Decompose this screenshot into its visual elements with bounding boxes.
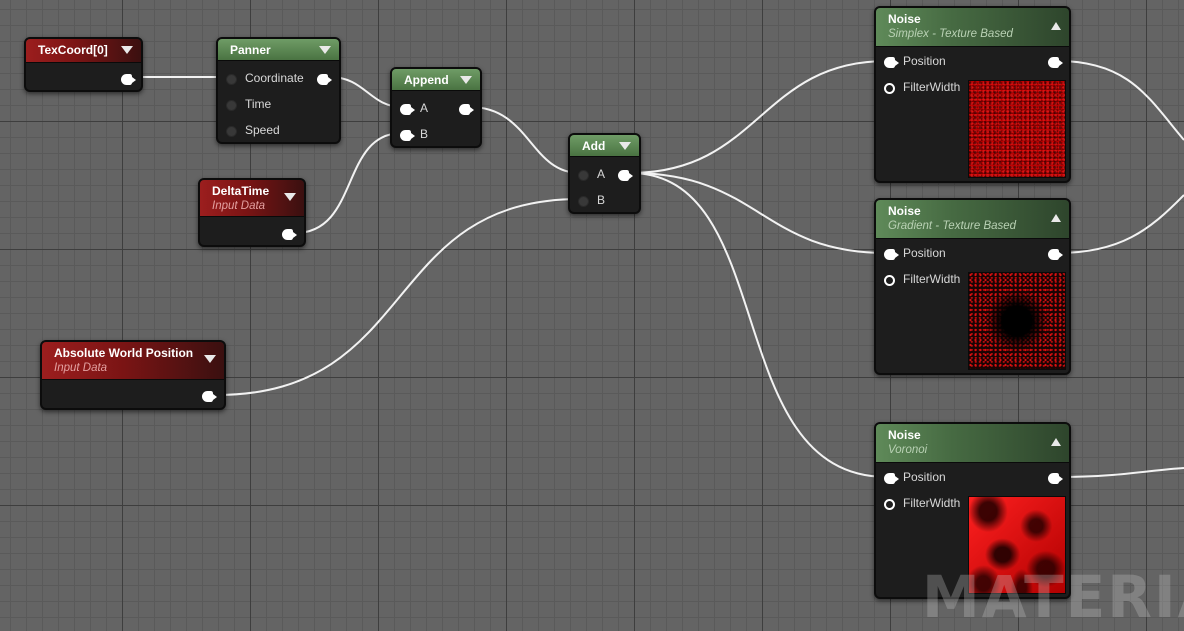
node-subtitle: Gradient - Texture Based xyxy=(888,220,1017,232)
deltatime-node[interactable]: DeltaTime Input Data xyxy=(198,178,306,247)
material-watermark: MATERIAL xyxy=(922,563,1184,631)
input-pin-filterwidth[interactable] xyxy=(884,275,895,286)
noise-gradient-node-header[interactable]: Noise Gradient - Texture Based xyxy=(876,200,1069,239)
absolute-world-position-node[interactable]: Absolute World Position Input Data xyxy=(40,340,226,410)
noise-simplex-node-header[interactable]: Noise Simplex - Texture Based xyxy=(876,8,1069,47)
collapse-preview-icon[interactable] xyxy=(1051,214,1061,222)
node-title: Add xyxy=(582,139,606,153)
noise-simplex-node[interactable]: Noise Simplex - Texture Based Position F… xyxy=(874,6,1071,183)
output-pin[interactable] xyxy=(121,74,136,85)
input-pin-position[interactable] xyxy=(884,473,899,484)
pin-label-position: Position xyxy=(903,246,946,260)
node-title: DeltaTime xyxy=(212,184,270,198)
input-pin-filterwidth[interactable] xyxy=(884,83,895,94)
input-pin-a[interactable] xyxy=(400,104,415,115)
node-subtitle: Input Data xyxy=(54,362,108,374)
texcoord-node[interactable]: TexCoord[0] xyxy=(24,37,143,92)
pin-label-b: B xyxy=(597,193,606,207)
input-pin-speed[interactable] xyxy=(226,126,237,137)
node-title: Append xyxy=(404,73,449,87)
output-pin[interactable] xyxy=(317,74,332,85)
input-pin-b[interactable] xyxy=(400,130,415,141)
input-pin-coordinate[interactable] xyxy=(226,74,237,85)
panner-node[interactable]: Panner Coordinate Time Speed xyxy=(216,37,341,144)
node-subtitle: Simplex - Texture Based xyxy=(888,28,1013,40)
add-node[interactable]: Add A B xyxy=(568,133,641,214)
input-pin-a[interactable] xyxy=(578,170,589,181)
collapse-arrow-icon[interactable] xyxy=(284,193,296,201)
pin-label-filterwidth: FilterWidth xyxy=(903,496,961,510)
panner-node-header[interactable]: Panner xyxy=(218,39,339,61)
pin-label-filterwidth: FilterWidth xyxy=(903,272,961,286)
noise-gradient-node[interactable]: Noise Gradient - Texture Based Position … xyxy=(874,198,1071,375)
noise-preview-image xyxy=(968,272,1066,370)
wire-add-to-noise-voronoi xyxy=(629,172,888,478)
node-title: TexCoord[0] xyxy=(38,43,108,57)
output-pin[interactable] xyxy=(282,229,297,240)
collapse-arrow-icon[interactable] xyxy=(204,355,216,363)
pin-label-filterwidth: FilterWidth xyxy=(903,80,961,94)
wire-noise-gradient-out xyxy=(1057,194,1184,254)
output-pin[interactable] xyxy=(1048,57,1063,68)
pin-label-position: Position xyxy=(903,470,946,484)
collapse-arrow-icon[interactable] xyxy=(319,46,331,54)
wire-noise-voronoi-out xyxy=(1057,467,1184,478)
output-pin[interactable] xyxy=(459,104,474,115)
add-node-header[interactable]: Add xyxy=(570,135,639,157)
wire-noise-simplex-out xyxy=(1057,60,1184,141)
node-title: Noise xyxy=(888,12,921,26)
wire-add-to-noise-gradient xyxy=(629,172,888,254)
input-pin-filterwidth[interactable] xyxy=(884,499,895,510)
input-pin-position[interactable] xyxy=(884,57,899,68)
append-node-header[interactable]: Append xyxy=(392,69,480,91)
pin-label-coordinate: Coordinate xyxy=(245,71,304,85)
pin-label-a: A xyxy=(420,101,429,115)
node-title: Noise xyxy=(888,204,921,218)
collapse-preview-icon[interactable] xyxy=(1051,22,1061,30)
node-title: Absolute World Position xyxy=(54,346,194,360)
pin-label-time: Time xyxy=(245,97,272,111)
node-title: Panner xyxy=(230,43,271,57)
wire-add-to-noise-simplex xyxy=(629,60,888,174)
pin-label-position: Position xyxy=(903,54,946,68)
pin-label-speed: Speed xyxy=(245,123,280,137)
absolute-world-position-node-header[interactable]: Absolute World Position Input Data xyxy=(42,342,224,380)
collapse-arrow-icon[interactable] xyxy=(619,142,631,150)
append-node[interactable]: Append A B xyxy=(390,67,482,148)
wire-append-to-add-a xyxy=(469,106,581,174)
output-pin[interactable] xyxy=(1048,249,1063,260)
collapse-arrow-icon[interactable] xyxy=(121,46,133,54)
node-subtitle: Voronoi xyxy=(888,444,928,456)
input-pin-position[interactable] xyxy=(884,249,899,260)
deltatime-node-header[interactable]: DeltaTime Input Data xyxy=(200,180,304,217)
collapse-preview-icon[interactable] xyxy=(1051,438,1061,446)
noise-preview-image xyxy=(968,80,1066,178)
output-pin[interactable] xyxy=(1048,473,1063,484)
wire-deltatime-to-append-b xyxy=(294,132,403,234)
pin-label-b: B xyxy=(420,127,429,141)
input-pin-time[interactable] xyxy=(226,100,237,111)
collapse-arrow-icon[interactable] xyxy=(460,76,472,84)
texcoord-node-header[interactable]: TexCoord[0] xyxy=(26,39,141,63)
output-pin[interactable] xyxy=(202,391,217,402)
noise-voronoi-node-header[interactable]: Noise Voronoi xyxy=(876,424,1069,463)
node-title: Noise xyxy=(888,428,921,442)
pin-label-a: A xyxy=(597,167,606,181)
output-pin[interactable] xyxy=(618,170,633,181)
node-subtitle: Input Data xyxy=(212,200,266,212)
input-pin-b[interactable] xyxy=(578,196,589,207)
